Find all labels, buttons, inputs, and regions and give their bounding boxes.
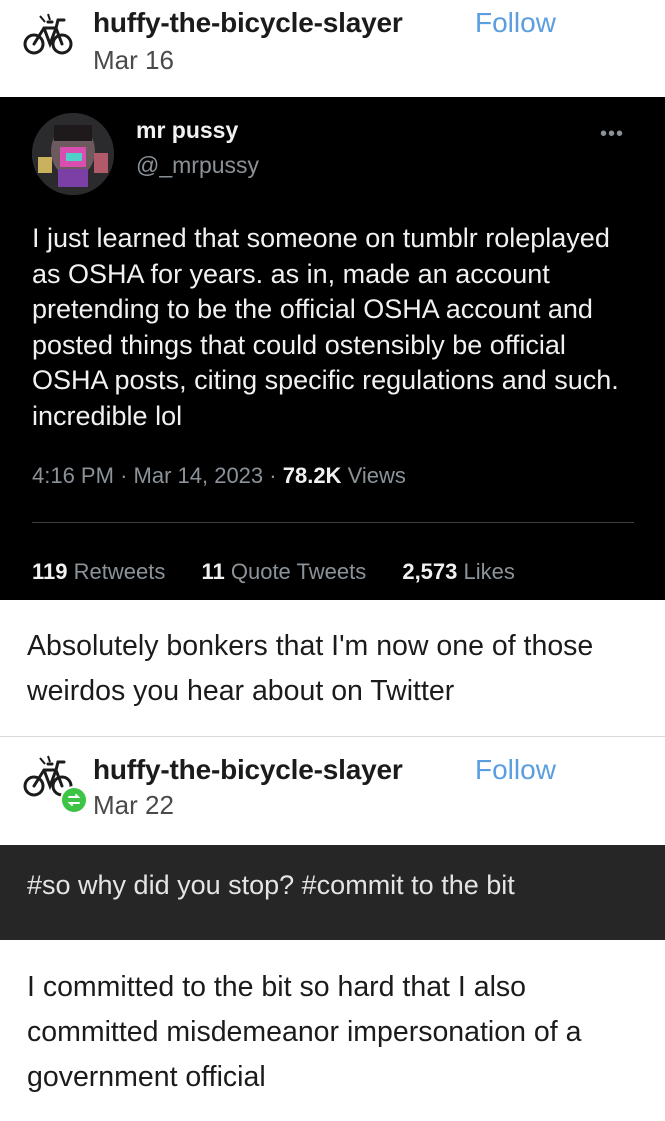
- tags-block: #so why did you stop? #commit to the bit: [0, 845, 665, 940]
- post-date[interactable]: Mar 16: [93, 45, 174, 76]
- post-date[interactable]: Mar 22: [93, 790, 174, 821]
- post-header: huffy-the-bicycle-slayer Follow Mar 16: [0, 0, 665, 97]
- tweet-screenshot: mr pussy @_mrpussy ••• I just learned th…: [0, 97, 665, 600]
- reblog-body-text: I committed to the bit so hard that I al…: [27, 971, 582, 1093]
- tweet-divider: [32, 522, 634, 523]
- reblog-divider: [0, 736, 665, 737]
- tweet-avatar: [32, 113, 114, 195]
- tweet-views-label: Views: [347, 463, 406, 488]
- tweet-stats: 119 Retweets 11 Quote Tweets 2,573 Likes: [32, 559, 545, 585]
- tweet-views-count: 78.2K: [282, 463, 342, 488]
- tweet-handle: @_mrpussy: [136, 152, 260, 178]
- tweet-meta: 4:16 PM · Mar 14, 2023 · 78.2K Views: [32, 463, 406, 488]
- tags[interactable]: #so why did you stop? #commit to the bit: [27, 870, 515, 901]
- more-options-icon: •••: [600, 123, 625, 145]
- retweets-stat: 119 Retweets: [32, 559, 166, 584]
- tweet-date: Mar 14, 2023: [133, 463, 264, 488]
- reblog-icon: [60, 786, 88, 814]
- likes-stat: 2,573 Likes: [402, 559, 515, 584]
- tweet-time: 4:16 PM: [32, 463, 114, 488]
- reblog-header: huffy-the-bicycle-slayer Follow Mar 22: [0, 740, 665, 840]
- username[interactable]: huffy-the-bicycle-slayer: [93, 754, 403, 786]
- post-body-text: Absolutely bonkers that I'm now one of t…: [27, 630, 594, 707]
- bicycle-avatar-icon[interactable]: [22, 6, 78, 62]
- username[interactable]: huffy-the-bicycle-slayer: [93, 7, 403, 39]
- tweet-display-name: mr pussy: [136, 117, 239, 143]
- follow-button[interactable]: Follow: [475, 7, 556, 39]
- follow-button[interactable]: Follow: [475, 754, 556, 786]
- quote-tweets-stat: 11 Quote Tweets: [201, 559, 367, 584]
- tweet-text: I just learned that someone on tumblr ro…: [32, 223, 619, 431]
